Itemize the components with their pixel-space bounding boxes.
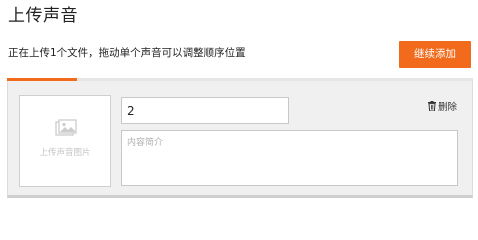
description-textarea[interactable]	[121, 130, 458, 186]
cover-image-upload[interactable]: 上传声音图片	[19, 95, 111, 187]
sound-title-input[interactable]	[121, 97, 289, 124]
trash-icon	[428, 101, 436, 111]
delete-label: 删除	[438, 102, 458, 113]
cover-upload-label: 上传声音图片	[39, 148, 91, 158]
upload-status-text: 正在上传1个文件，拖动单个声音可以调整顺序位置	[8, 47, 246, 59]
page-title: 上传声音	[8, 6, 78, 26]
sound-item-card[interactable]: 上传声音图片 删除	[7, 81, 473, 198]
continue-add-button[interactable]: 继续添加	[399, 41, 471, 68]
delete-button[interactable]: 删除	[428, 101, 457, 114]
image-icon	[55, 119, 77, 136]
